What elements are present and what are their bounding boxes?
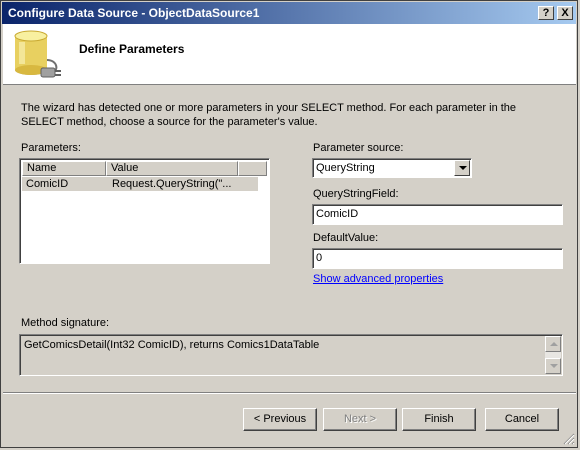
column-header-value[interactable]: Value [106,161,238,176]
wizard-description: The wizard has detected one or more para… [21,102,517,128]
parameters-label: Parameters: [21,142,81,154]
method-signature-text: GetComicsDetail(Int32 ComicID), returns … [24,339,320,351]
help-button[interactable]: ? [538,6,554,20]
scroll-up-icon[interactable] [545,336,561,352]
method-signature-box: GetComicsDetail(Int32 ComicID), returns … [19,334,563,376]
resize-grip-icon[interactable] [563,433,575,445]
dialog-window: Configure Data Source - ObjectDataSource… [0,0,578,448]
column-header-filler [238,161,267,176]
method-signature-label: Method signature: [21,317,110,329]
parameter-source-select[interactable]: QueryString [312,158,472,178]
scroll-down-icon[interactable] [545,358,561,374]
title-bar[interactable]: Configure Data Source - ObjectDataSource… [2,2,576,24]
parameter-source-value: QueryString [316,162,375,174]
parameter-source-label: Parameter source: [313,142,404,154]
next-button[interactable]: Next > [323,408,397,431]
param-value: Request.QueryString("... [112,178,232,190]
finish-button[interactable]: Finish [402,408,476,431]
default-value-label: DefaultValue: [313,232,379,244]
querystring-field-value: ComicID [316,208,359,220]
column-header-name[interactable]: Name [22,161,106,176]
default-value-value: 0 [316,252,323,264]
database-plug-icon [14,30,61,78]
parameters-list[interactable]: Name Value ComicID Request.QueryString("… [19,158,270,264]
param-name: ComicID [26,178,69,190]
vertical-scrollbar[interactable] [545,336,561,374]
close-button[interactable]: X [557,6,573,20]
cancel-button[interactable]: Cancel [485,408,559,431]
window-title: Configure Data Source - ObjectDataSource… [8,6,260,20]
previous-button[interactable]: < Previous [243,408,317,431]
page-title: Define Parameters [79,42,185,56]
chevron-down-icon[interactable] [454,160,470,176]
querystring-field-input[interactable]: ComicID [312,204,563,225]
table-row[interactable]: ComicID Request.QueryString("... [22,177,258,191]
default-value-input[interactable]: 0 [312,248,563,269]
footer-separator [3,392,576,394]
wizard-header: Define Parameters [3,24,576,85]
querystring-field-label: QueryStringField: [313,188,399,200]
show-advanced-properties-link[interactable]: Show advanced properties [313,273,443,285]
